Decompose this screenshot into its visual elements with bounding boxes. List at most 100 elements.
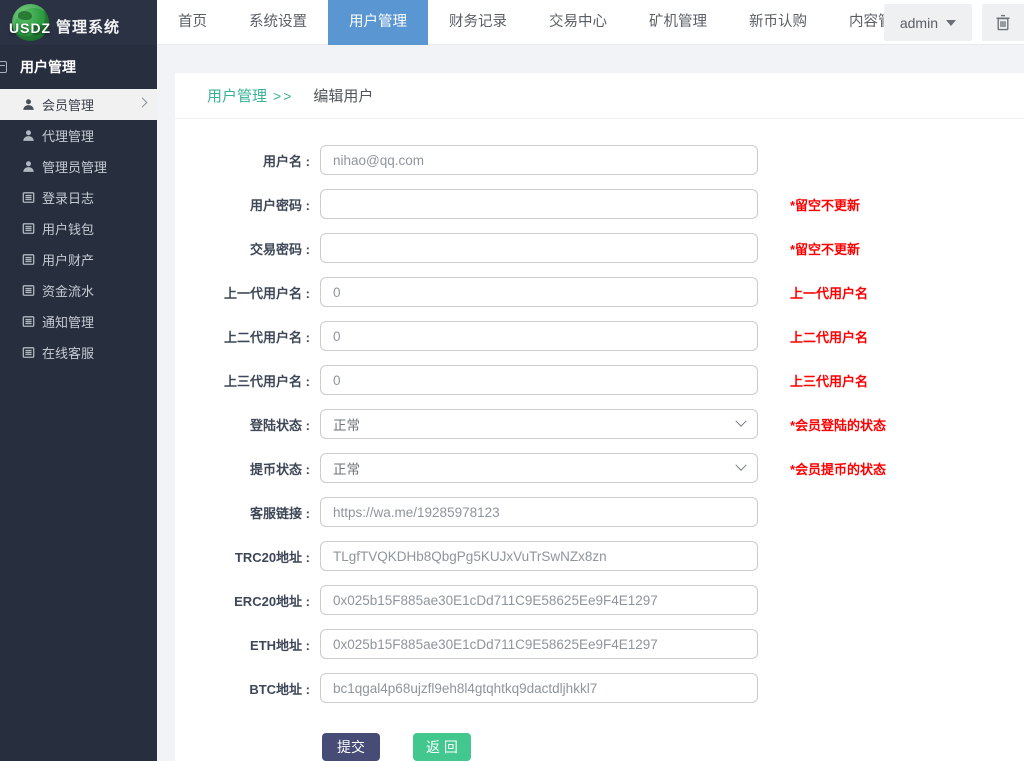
username-input[interactable]	[320, 145, 758, 175]
sidebar-section-label: 用户管理	[20, 57, 76, 77]
page-title: 编辑用户	[313, 85, 373, 106]
password-input[interactable]	[320, 189, 758, 219]
sidebar-item-member-management[interactable]: 会员管理	[0, 89, 157, 120]
form-actions: 提交 返 回	[175, 733, 1024, 761]
doc-icon	[22, 346, 35, 359]
form-row: ERC20地址 :	[175, 585, 1024, 615]
form-row: 客服链接 :	[175, 497, 1024, 527]
header-right: admin	[884, 0, 1024, 45]
doc-icon	[22, 315, 35, 328]
chevron-down-icon	[735, 416, 746, 427]
username-label: 用户名 :	[175, 151, 310, 170]
sidebar-item-label: 用户钱包	[42, 219, 94, 238]
btc-address-input[interactable]	[320, 673, 758, 703]
app-logo: USDZ 管理系统	[0, 0, 157, 45]
trc20-address-input[interactable]	[320, 541, 758, 571]
parent3-label: 上三代用户名 :	[175, 371, 310, 390]
admin-dropdown-button[interactable]: admin	[884, 4, 972, 41]
sidebar-item-login-logs[interactable]: 登录日志	[0, 182, 157, 213]
sidebar-item-label: 管理员管理	[42, 157, 107, 176]
nav-item-system-settings[interactable]: 系统设置	[228, 0, 328, 45]
nav-item-home[interactable]: 首页	[157, 0, 228, 45]
user-icon	[22, 129, 35, 142]
password-label: 用户密码 :	[175, 195, 310, 214]
sidebar-item-label: 代理管理	[42, 126, 94, 145]
form-row: 用户名 :	[175, 145, 1024, 175]
edit-user-form: 用户名 : 用户密码 : *留空不更新 交易密码 : *留空不更新 上一代用户名…	[175, 119, 1024, 761]
form-row: TRC20地址 :	[175, 541, 1024, 571]
form-row: ETH地址 :	[175, 629, 1024, 659]
field-hint: *会员提币的状态	[790, 459, 886, 478]
erc20-address-input[interactable]	[320, 585, 758, 615]
doc-icon	[22, 253, 35, 266]
login-status-select[interactable]: 正常	[320, 409, 758, 439]
sidebar-item-label: 资金流水	[42, 281, 94, 300]
admin-label: admin	[900, 15, 938, 31]
form-row: 上一代用户名 : 上一代用户名	[175, 277, 1024, 307]
submit-button[interactable]: 提交	[322, 733, 380, 761]
sidebar-item-label: 在线客服	[42, 343, 94, 362]
withdraw-status-select[interactable]: 正常	[320, 453, 758, 483]
btc-address-label: BTC地址 :	[175, 679, 310, 698]
select-value: 正常	[333, 458, 360, 478]
nav-item-trade-center[interactable]: 交易中心	[528, 0, 628, 45]
user-icon	[22, 98, 35, 111]
chevron-down-icon	[735, 460, 746, 471]
field-hint: *留空不更新	[790, 239, 860, 258]
sidebar-item-notice-management[interactable]: 通知管理	[0, 306, 157, 337]
sidebar-item-agent-management[interactable]: 代理管理	[0, 120, 157, 151]
nav-item-user-management[interactable]: 用户管理	[328, 0, 428, 45]
field-hint: *会员登陆的状态	[790, 415, 886, 434]
eth-address-input[interactable]	[320, 629, 758, 659]
service-link-input[interactable]	[320, 497, 758, 527]
field-hint: 上一代用户名	[790, 283, 868, 302]
form-row: 提币状态 : 正常 *会员提币的状态	[175, 453, 1024, 483]
field-hint: 上二代用户名	[790, 327, 868, 346]
brand-name: USDZ	[9, 20, 51, 36]
top-header: USDZ 管理系统 首页 系统设置 用户管理 财务记录 交易中心 矿机管理 新币…	[0, 0, 1024, 45]
select-value: 正常	[333, 414, 360, 434]
parent2-input[interactable]	[320, 321, 758, 351]
trade-password-label: 交易密码 :	[175, 239, 310, 258]
form-row: BTC地址 :	[175, 673, 1024, 703]
form-row: 交易密码 : *留空不更新	[175, 233, 1024, 263]
parent3-input[interactable]	[320, 365, 758, 395]
sidebar-item-user-wallet[interactable]: 用户钱包	[0, 213, 157, 244]
user-icon	[22, 160, 35, 173]
back-button[interactable]: 返 回	[413, 733, 471, 761]
login-status-label: 登陆状态 :	[175, 415, 310, 434]
breadcrumb-parent-link[interactable]: 用户管理	[207, 85, 267, 106]
sidebar-item-user-assets[interactable]: 用户财产	[0, 244, 157, 275]
sidebar-item-admin-management[interactable]: 管理员管理	[0, 151, 157, 182]
sidebar-item-label: 通知管理	[42, 312, 94, 331]
parent1-input[interactable]	[320, 277, 758, 307]
sidebar-item-label: 会员管理	[42, 95, 94, 114]
sidebar-item-label: 登录日志	[42, 188, 94, 207]
chevron-right-icon	[138, 98, 148, 108]
collapse-icon	[0, 61, 7, 73]
parent1-label: 上一代用户名 :	[175, 283, 310, 302]
field-hint: *留空不更新	[790, 195, 860, 214]
form-row: 上三代用户名 : 上三代用户名	[175, 365, 1024, 395]
nav-item-finance-records[interactable]: 财务记录	[428, 0, 528, 45]
sidebar-item-fund-flow[interactable]: 资金流水	[0, 275, 157, 306]
form-row: 登陆状态 : 正常 *会员登陆的状态	[175, 409, 1024, 439]
sidebar-item-label: 用户财产	[42, 250, 94, 269]
nav-item-new-coin[interactable]: 新币认购	[728, 0, 828, 45]
content-card: 用户管理 >> 编辑用户 用户名 : 用户密码 : *留空不更新 交易密码 : …	[175, 73, 1024, 761]
parent2-label: 上二代用户名 :	[175, 327, 310, 346]
sidebar-item-online-service[interactable]: 在线客服	[0, 337, 157, 368]
doc-icon	[22, 284, 35, 297]
breadcrumb-separator: >>	[273, 88, 293, 104]
trash-icon	[995, 14, 1011, 31]
nav-item-miner-management[interactable]: 矿机管理	[628, 0, 728, 45]
trade-password-input[interactable]	[320, 233, 758, 263]
sidebar: 用户管理 会员管理 代理管理 管理员管理 登录日志 用户钱包 用户财产 资金流水…	[0, 45, 157, 761]
sidebar-section-title: 用户管理	[0, 45, 157, 89]
withdraw-status-label: 提币状态 :	[175, 459, 310, 478]
logout-trash-button[interactable]	[982, 4, 1024, 41]
app-title: 管理系统	[56, 16, 120, 37]
form-row: 用户密码 : *留空不更新	[175, 189, 1024, 219]
doc-icon	[22, 222, 35, 235]
main-nav: 首页 系统设置 用户管理 财务记录 交易中心 矿机管理 新币认购 内容管理	[157, 0, 928, 45]
